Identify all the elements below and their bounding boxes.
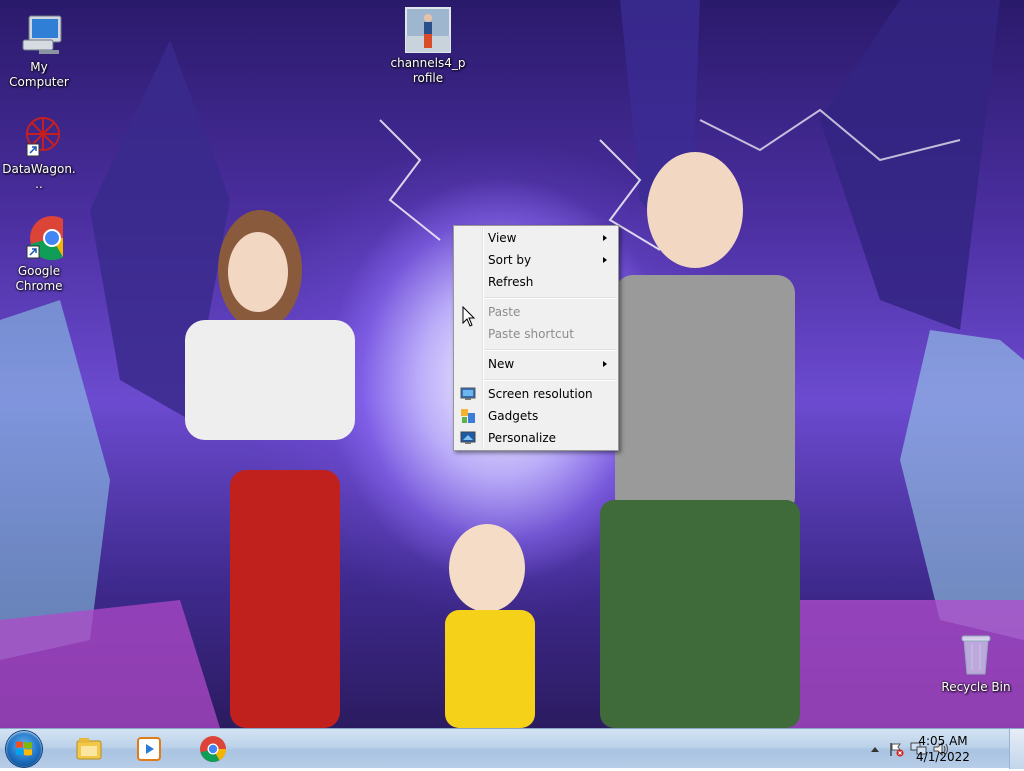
computer-icon: [15, 10, 63, 58]
action-center-flag-icon[interactable]: [888, 741, 904, 757]
image-file-icon: [404, 6, 452, 54]
system-tray: 4:05 AM 4/1/2022: [834, 729, 1024, 769]
desktop-icon-google-chrome[interactable]: Google Chrome: [1, 214, 77, 294]
datawagon-icon: [15, 112, 63, 160]
menu-separator: [484, 297, 616, 299]
clock-time: 4:05 AM: [918, 734, 968, 748]
desktop-icon-label: Recycle Bin: [941, 680, 1011, 694]
menu-item-gadgets[interactable]: Gadgets: [456, 405, 616, 427]
desktop-icon-label: DataWagon...: [2, 162, 76, 191]
screen-resolution-icon: [460, 386, 476, 402]
menu-item-sort-by[interactable]: Sort by: [456, 249, 616, 271]
submenu-arrow-icon: [603, 235, 607, 241]
submenu-arrow-icon: [603, 257, 607, 263]
desktop-icon-my-computer[interactable]: My Computer: [1, 10, 77, 90]
menu-item-personalize[interactable]: Personalize: [456, 427, 616, 449]
chrome-icon: [15, 214, 74, 262]
submenu-arrow-icon: [603, 361, 607, 367]
desktop-icon-label: channels4_profile: [390, 56, 466, 85]
file-explorer-icon: [76, 738, 102, 760]
start-button[interactable]: [6, 731, 42, 767]
menu-item-paste-shortcut: Paste shortcut: [488, 327, 574, 341]
clock-date: 4/1/2022: [916, 750, 970, 764]
menu-item-refresh[interactable]: Refresh: [456, 271, 616, 293]
taskbar-chrome[interactable]: [185, 732, 241, 766]
desktop-icon-label: Google Chrome: [15, 264, 63, 293]
desktop-context-menu: View Sort by Refresh Paste Paste shortcu…: [453, 225, 619, 451]
personalize-icon: [460, 430, 476, 446]
menu-separator: [484, 379, 616, 381]
desktop-icon-recycle-bin[interactable]: Recycle Bin: [938, 630, 1014, 695]
menu-item-new[interactable]: New: [456, 353, 616, 375]
chrome-icon: [200, 736, 227, 763]
taskbar-file-explorer[interactable]: [61, 732, 117, 766]
menu-item-paste: Paste: [488, 305, 521, 319]
menu-item-view[interactable]: View: [456, 227, 616, 249]
desktop-icon-label: My Computer: [9, 60, 69, 89]
taskbar: 4:05 AM 4/1/2022: [0, 728, 1024, 769]
recycle-bin-icon: [952, 630, 1000, 678]
taskbar-clock[interactable]: 4:05 AM 4/1/2022: [908, 733, 978, 765]
show-desktop-button[interactable]: [1009, 729, 1024, 769]
menu-item-screen-resolution[interactable]: Screen resolution: [456, 383, 616, 405]
desktop-icon-channels4-profile[interactable]: channels4_profile: [390, 6, 466, 86]
gadgets-icon: [460, 408, 476, 424]
media-player-icon: [137, 737, 161, 761]
mouse-cursor-icon: [462, 306, 476, 327]
windows-logo-icon: [16, 741, 32, 756]
desktop-icon-datawagon[interactable]: DataWagon...: [1, 112, 77, 192]
show-hidden-icons-chevron[interactable]: [870, 745, 880, 753]
taskbar-media-player[interactable]: [121, 732, 177, 766]
menu-separator: [484, 349, 616, 351]
desktop[interactable]: My Computer DataWagon... Google Chrome c…: [0, 0, 1024, 728]
